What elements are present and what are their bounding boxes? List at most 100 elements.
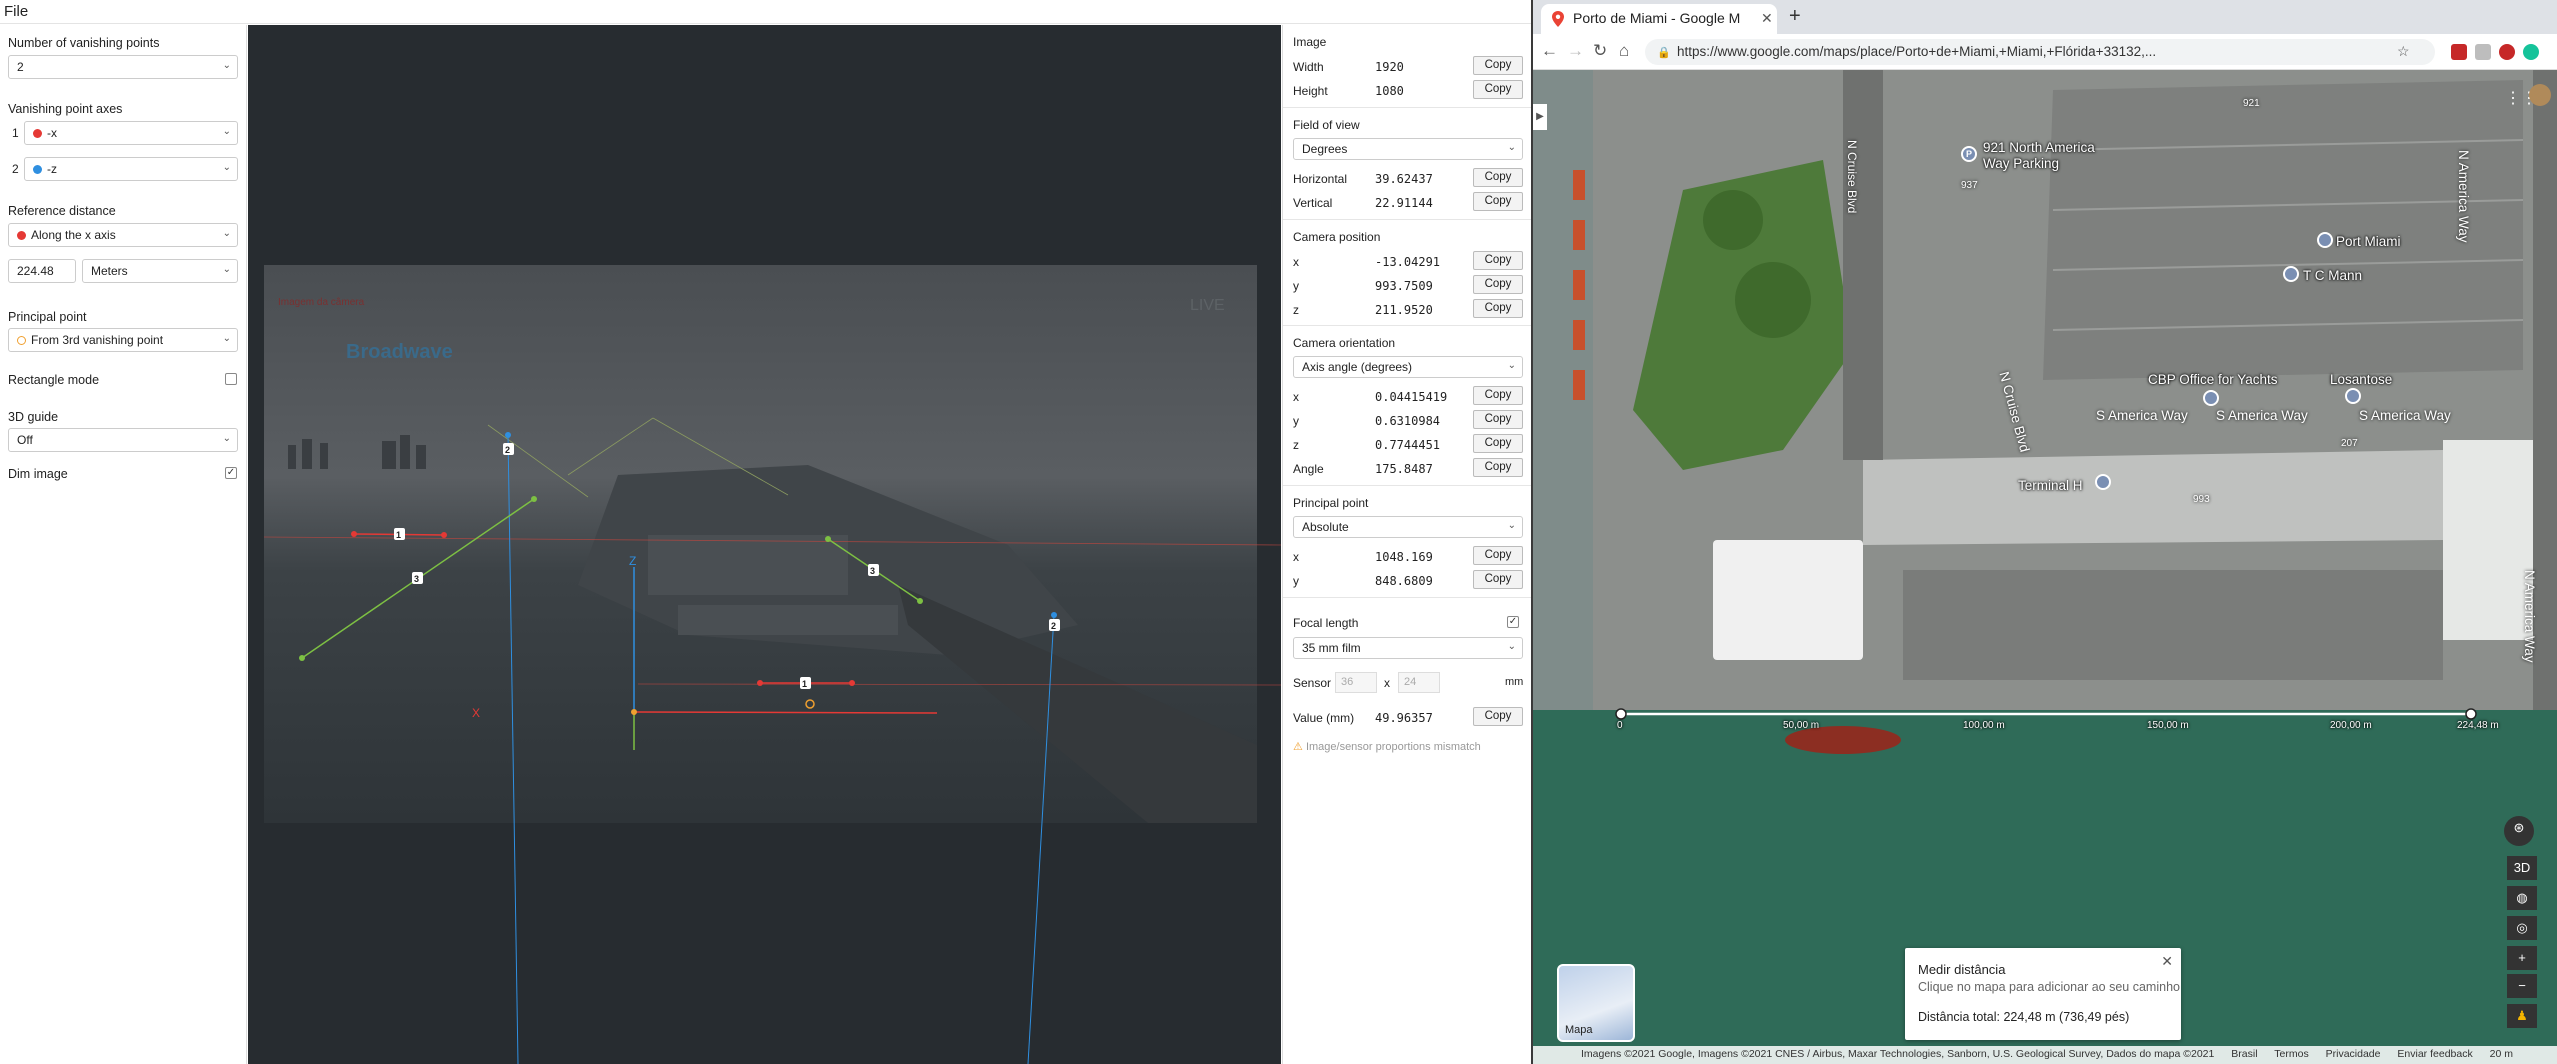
copy-button[interactable]: Copy: [1473, 458, 1523, 477]
footer-link-feedback[interactable]: Enviar feedback: [2397, 1048, 2472, 1060]
road-label: N Cruise Blvd: [1845, 140, 1859, 214]
copy-button[interactable]: Copy: [1473, 80, 1523, 99]
forward-arrow-icon[interactable]: →: [1567, 41, 1584, 61]
back-arrow-icon[interactable]: ←: [1541, 41, 1558, 61]
3d-guide-select[interactable]: Off ⌄: [8, 428, 238, 452]
copy-button[interactable]: Copy: [1473, 386, 1523, 405]
dim-image-checkbox[interactable]: ✓: [225, 467, 237, 479]
my-location-icon[interactable]: ◎: [2507, 916, 2537, 940]
vp1-axis-select[interactable]: -x ⌄: [24, 121, 238, 145]
copy-button[interactable]: Copy: [1473, 434, 1523, 453]
map-layer-toggle[interactable]: Mapa: [1557, 964, 1635, 1042]
street-number: 921: [2243, 98, 2260, 109]
chevron-down-icon: ⌄: [222, 264, 231, 275]
ref-distance-input[interactable]: 224.48: [8, 259, 76, 283]
extension-icon[interactable]: [2499, 44, 2515, 60]
pegman-icon[interactable]: ♟: [2507, 1004, 2537, 1028]
poi-parking[interactable]: 921 North America Way Parking: [1983, 140, 2123, 172]
copy-button[interactable]: Copy: [1473, 192, 1523, 211]
poi-tc-mann[interactable]: T C Mann: [2303, 268, 2362, 283]
vp3-handle[interactable]: [299, 655, 305, 661]
vp2-axis-select[interactable]: -z ⌄: [24, 157, 238, 181]
copy-button[interactable]: Copy: [1473, 707, 1523, 726]
y-value: 993.7509: [1375, 279, 1433, 293]
calibration-canvas[interactable]: Imagem da câmera Broadwave LIVE Z X 2 2 …: [248, 25, 1281, 1064]
map-layer-label: Mapa: [1565, 1024, 1593, 1036]
poi-pin-icon[interactable]: [2283, 266, 2299, 282]
zoom-out-icon[interactable]: −: [2507, 974, 2537, 998]
copy-button[interactable]: Copy: [1473, 56, 1523, 75]
close-icon[interactable]: ✕: [2161, 953, 2173, 970]
avatar[interactable]: [2529, 84, 2551, 106]
ref-distance-select[interactable]: Along the x axis ⌄: [8, 223, 238, 247]
poi-pin-icon[interactable]: [2095, 474, 2111, 490]
globe-icon[interactable]: ◍: [2507, 886, 2537, 910]
vp1-handle[interactable]: [757, 680, 763, 686]
poi-pin-icon[interactable]: [2203, 390, 2219, 406]
close-icon[interactable]: ✕: [1761, 10, 1773, 27]
height-label: Height: [1293, 84, 1328, 98]
copy-button[interactable]: Copy: [1473, 275, 1523, 294]
copy-button[interactable]: Copy: [1473, 299, 1523, 318]
num-vp-select[interactable]: 2 ⌄: [8, 55, 238, 79]
principal-point-mode-select[interactable]: Absolute ⌄: [1293, 516, 1523, 538]
vp2-handle-top[interactable]: [505, 432, 511, 438]
live-badge: LIVE: [1190, 297, 1225, 314]
vp1-handle[interactable]: [849, 680, 855, 686]
3d-toggle[interactable]: 3D: [2507, 856, 2537, 880]
parking-pin-icon[interactable]: P: [1961, 146, 1977, 162]
copy-button[interactable]: Copy: [1473, 168, 1523, 187]
vp2-handle-mid[interactable]: [1051, 612, 1057, 618]
vp1-handle[interactable]: [351, 531, 357, 537]
extension-icon[interactable]: [2475, 44, 2491, 60]
poi-pin-icon[interactable]: [2345, 388, 2361, 404]
orientation-mode-select[interactable]: Axis angle (degrees) ⌄: [1293, 356, 1523, 378]
footer-link-brasil[interactable]: Brasil: [2231, 1048, 2257, 1060]
sensor-width-input[interactable]: 36: [1335, 672, 1377, 693]
copy-button[interactable]: Copy: [1473, 410, 1523, 429]
poi-cbp-office[interactable]: CBP Office for Yachts: [2148, 372, 2278, 387]
file-menu[interactable]: File: [4, 3, 28, 20]
zoom-in-icon[interactable]: +: [2507, 946, 2537, 970]
star-icon[interactable]: ☆: [2397, 43, 2410, 60]
focal-mode-select[interactable]: 35 mm film ⌄: [1293, 637, 1523, 659]
fov-unit-select[interactable]: Degrees ⌄: [1293, 138, 1523, 160]
grammarly-icon[interactable]: [2523, 44, 2539, 60]
lock-icon[interactable]: 🔒: [1657, 46, 1671, 59]
address-bar[interactable]: https://www.google.com/maps/place/Porto+…: [1645, 39, 2435, 65]
footer-link-privacy[interactable]: Privacidade: [2326, 1048, 2381, 1060]
compass-icon[interactable]: ⊛: [2504, 816, 2534, 846]
poi-terminal-h[interactable]: Terminal H: [2018, 478, 2083, 493]
reload-icon[interactable]: ↻: [1593, 41, 1607, 61]
copy-button[interactable]: Copy: [1473, 546, 1523, 565]
collapse-sidebar-icon[interactable]: ▶: [1533, 104, 1547, 130]
footer-link-terms[interactable]: Termos: [2274, 1048, 2308, 1060]
rectangle-mode-checkbox[interactable]: [225, 373, 237, 385]
copy-button[interactable]: Copy: [1473, 251, 1523, 270]
origin-handle[interactable]: [631, 709, 637, 715]
sensor-height-input[interactable]: 24: [1398, 672, 1440, 693]
copy-button[interactable]: Copy: [1473, 570, 1523, 589]
measure-start-point[interactable]: [1615, 708, 1627, 720]
measure-end-point[interactable]: [2465, 708, 2477, 720]
ref-unit-select[interactable]: Meters ⌄: [82, 259, 238, 283]
vp3-handle[interactable]: [917, 598, 923, 604]
extension-icon[interactable]: [2451, 44, 2467, 60]
tab-google-maps[interactable]: Porto de Miami - Google M ✕: [1541, 4, 1777, 34]
poi-port-miami[interactable]: Port Miami: [2336, 234, 2401, 249]
home-icon[interactable]: ⌂: [1619, 41, 1629, 61]
poi-losantose[interactable]: Losantose: [2330, 372, 2392, 387]
angle-value: 175.8487: [1375, 462, 1433, 476]
new-tab-button[interactable]: +: [1789, 5, 1801, 28]
focal-mode-value: 35 mm film: [1302, 641, 1361, 655]
vp3-handle[interactable]: [825, 536, 831, 542]
principal-point-select[interactable]: From 3rd vanishing point ⌄: [8, 328, 238, 352]
focal-length-checkbox[interactable]: ✓: [1507, 616, 1519, 628]
width-value: 1920: [1375, 60, 1404, 74]
poi-pin-icon[interactable]: [2317, 232, 2333, 248]
satellite-map[interactable]: P 921 North America Way Parking Port Mia…: [1533, 70, 2557, 1064]
tab-strip: Porto de Miami - Google M ✕ +: [1533, 0, 2557, 34]
x-value: -13.04291: [1375, 255, 1441, 269]
vp1-handle[interactable]: [441, 532, 447, 538]
vp3-handle[interactable]: [531, 496, 537, 502]
